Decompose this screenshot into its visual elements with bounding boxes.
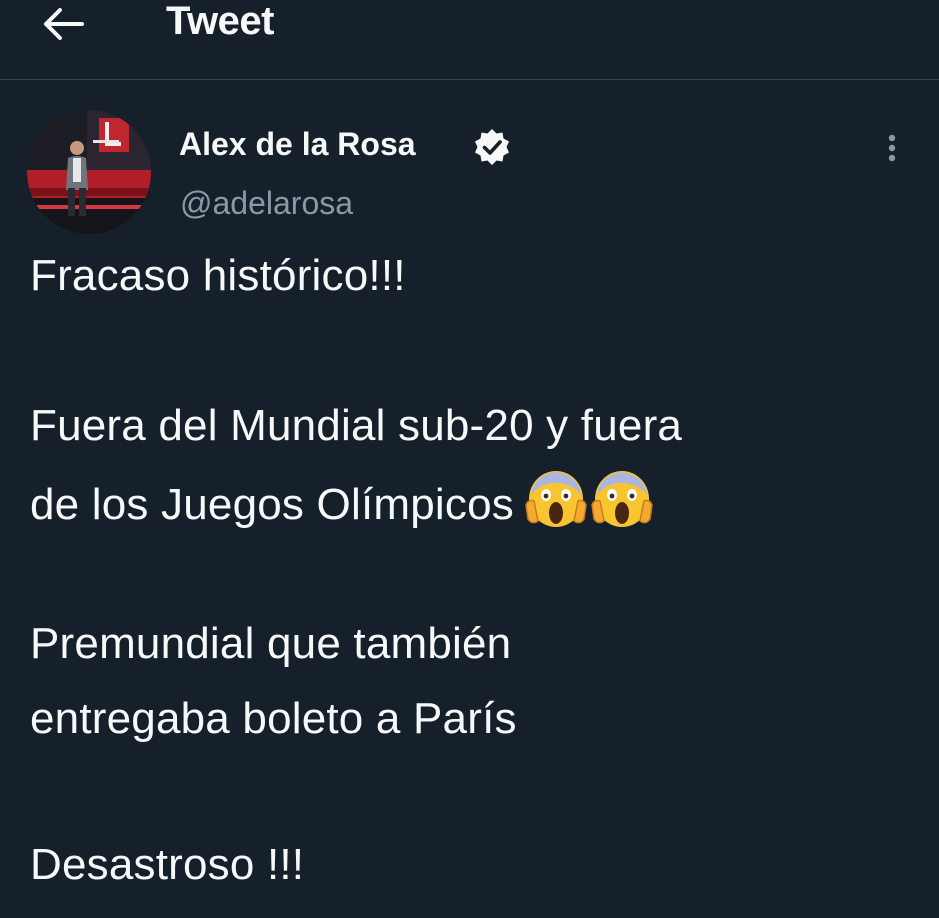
back-button[interactable] [40, 0, 88, 48]
tweet-text-line-with-emoji: de los Juegos Olímpicos [30, 469, 656, 543]
author-display-name[interactable]: Alex de la Rosa [179, 124, 416, 164]
avatar-photo [27, 110, 151, 234]
emoji-group [524, 469, 656, 543]
verified-badge-icon [475, 129, 509, 165]
page-title: Tweet [166, 0, 274, 43]
tweet-text-line: Fracaso histórico!!! [30, 251, 406, 300]
author-handle[interactable]: @adelarosa [180, 183, 353, 223]
more-vertical-icon [888, 134, 896, 162]
screaming-face-emoji [525, 471, 587, 527]
screaming-face-emoji [591, 471, 653, 527]
arrow-left-icon [44, 8, 84, 40]
tweet-text-line: entregaba boleto a París [30, 694, 517, 743]
more-options-button[interactable] [872, 126, 912, 170]
tweet-text-segment: de los Juegos Olímpicos [30, 480, 514, 529]
tweet-text-line: Desastroso !!! [30, 840, 305, 889]
top-bar: Tweet [0, 0, 939, 80]
avatar[interactable] [27, 110, 151, 234]
tweet-text-line: Fuera del Mundial sub-20 y fuera [30, 401, 683, 450]
tweet-text-line: Premundial que también [30, 619, 512, 668]
